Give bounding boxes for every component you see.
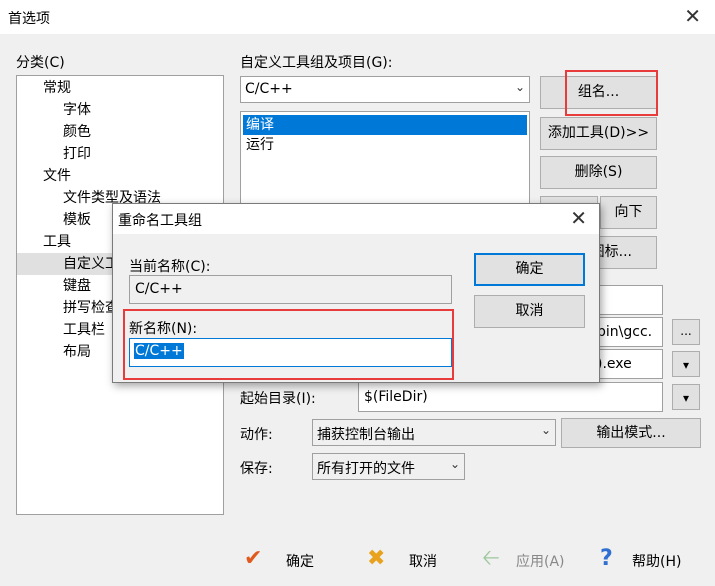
new-name-input[interactable]: C/C++ (129, 338, 452, 367)
tree-item-custom-tools[interactable]: 自定义工 (17, 253, 127, 275)
dialog-ok-button[interactable]: 确定 (474, 253, 585, 286)
menu-text-input[interactable] (590, 285, 663, 315)
save-value: 所有打开的文件 (317, 461, 415, 477)
rename-group-dialog: 重命名工具组 ✕ 当前名称(C): C/C++ 新名称(N): C/C++ 确定… (112, 203, 600, 383)
window-title: 首选项 (8, 11, 50, 27)
tree-item-spellcheck[interactable]: 拼写检查 (61, 297, 119, 319)
triangle-down-icon: ▾ (682, 391, 690, 405)
tree-item-keyboard[interactable]: 键盘 (61, 275, 91, 297)
tool-group-value: C/C++ (245, 81, 293, 97)
left-arrow-icon: 🡠 (482, 546, 500, 571)
start-dir-value: $(FileDir) (364, 389, 428, 405)
question-icon: ? (600, 546, 613, 571)
dialog-close-icon[interactable]: ✕ (570, 206, 587, 230)
highlight-group-name (565, 70, 658, 116)
command-browse-button[interactable]: ... (672, 319, 700, 345)
tree-item-font[interactable]: 字体 (61, 99, 91, 121)
tree-item-file[interactable]: 文件 (41, 165, 71, 187)
apply-label: 应用(A) (516, 554, 565, 570)
tool-group-select[interactable]: C/C++ ⌄ (240, 76, 530, 103)
parameters-value: ).exe (597, 356, 632, 372)
start-dir-dropdown-button[interactable]: ▾ (672, 384, 700, 410)
list-item-compile[interactable]: 编译 (243, 115, 527, 135)
tree-item-print[interactable]: 打印 (61, 143, 91, 165)
dialog-title: 重命名工具组 (118, 213, 202, 229)
chevron-down-icon: ⌄ (540, 423, 551, 437)
tree-item-template[interactable]: 模板 (61, 209, 91, 231)
tree-item-general[interactable]: 常规 (41, 77, 71, 99)
cancel-label: 取消 (409, 554, 437, 570)
category-label: 分类(C) (16, 55, 65, 71)
save-label: 保存: (240, 461, 273, 477)
new-name-label: 新名称(N): (129, 321, 198, 337)
chevron-down-icon: ⌄ (514, 80, 525, 94)
start-dir-label: 起始目录(I): (240, 391, 316, 407)
dialog-cancel-button[interactable]: 取消 (474, 295, 585, 328)
tree-item-tools[interactable]: 工具 (41, 231, 71, 253)
list-item-run[interactable]: 运行 (243, 135, 274, 155)
action-select[interactable]: 捕获控制台输出 ⌄ (312, 419, 556, 446)
current-name-value: C/C++ (135, 281, 183, 297)
new-name-value: C/C++ (134, 343, 184, 359)
triangle-down-icon: ▾ (682, 358, 690, 372)
ok-label: 确定 (286, 554, 314, 570)
command-input[interactable]: bin\gcc. (590, 317, 663, 347)
tree-item-toolbar[interactable]: 工具栏 (61, 319, 105, 341)
down-button[interactable]: 向下 (600, 196, 657, 229)
x-icon: ✖ (367, 546, 386, 571)
save-select[interactable]: 所有打开的文件 ⌄ (312, 453, 465, 480)
tree-item-layout[interactable]: 布局 (61, 341, 91, 363)
parameters-input[interactable]: ).exe (590, 349, 663, 379)
chevron-down-icon: ⌄ (449, 457, 460, 471)
current-name-field: C/C++ (129, 275, 452, 304)
command-value: bin\gcc. (597, 324, 653, 340)
start-dir-input[interactable]: $(FileDir) (358, 382, 663, 412)
help-label: 帮助(H) (632, 554, 682, 570)
action-label: 动作: (240, 427, 273, 443)
action-value: 捕获控制台输出 (317, 427, 415, 443)
tool-group-label: 自定义工具组及项目(G): (240, 55, 393, 71)
parameters-dropdown-button[interactable]: ▾ (672, 351, 700, 377)
delete-button[interactable]: 删除(S) (540, 156, 657, 189)
window-titlebar: 首选项 ✕ (0, 0, 715, 34)
output-mode-button[interactable]: 输出模式... (561, 418, 701, 448)
current-name-label: 当前名称(C): (129, 259, 211, 275)
dialog-titlebar: 重命名工具组 ✕ (113, 204, 599, 234)
add-tool-button[interactable]: 添加工具(D)>> (540, 117, 657, 150)
checkmark-icon: ✔ (244, 546, 263, 571)
window-close-icon[interactable]: ✕ (684, 4, 701, 28)
tree-item-color[interactable]: 颜色 (61, 121, 91, 143)
